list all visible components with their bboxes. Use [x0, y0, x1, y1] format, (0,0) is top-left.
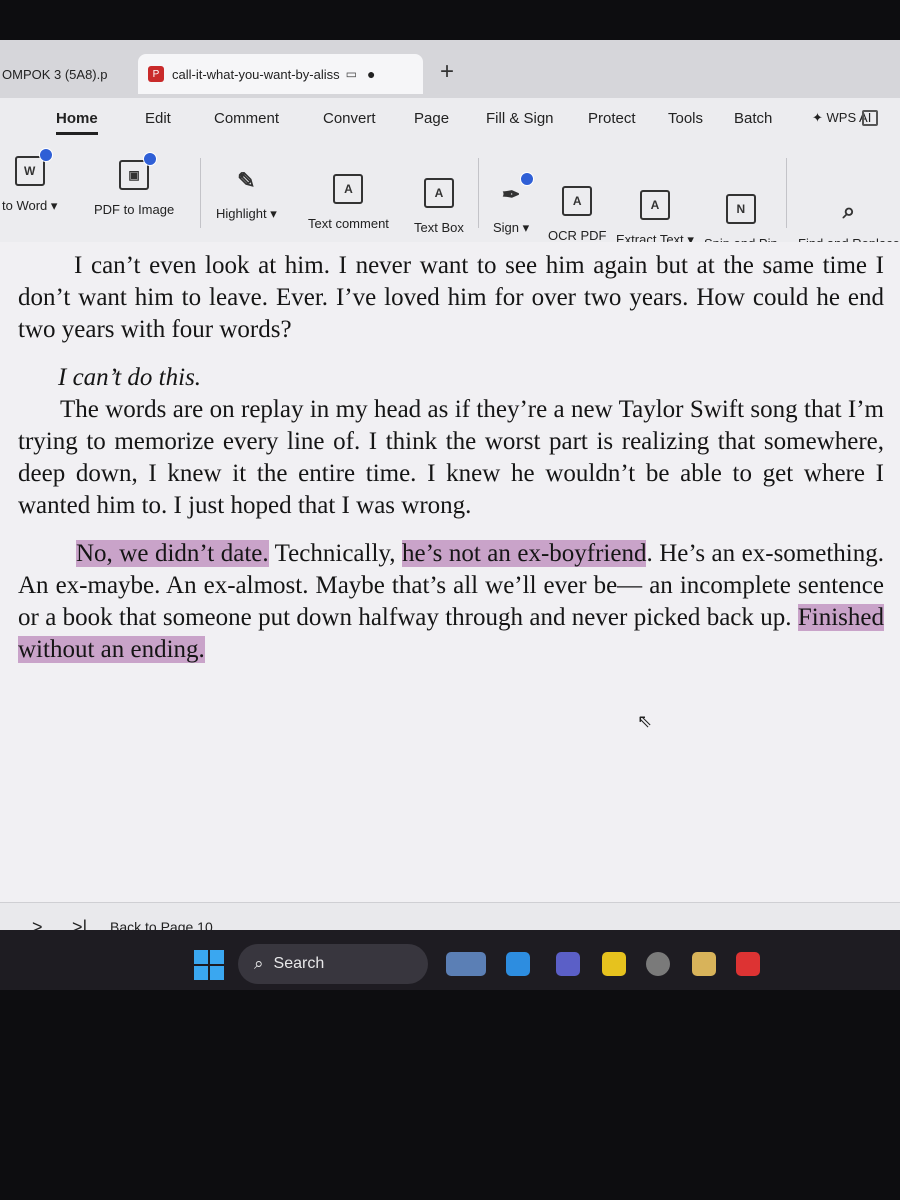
document-page: I can’t even look at him. I never want t… — [0, 242, 900, 902]
paragraph-3: The words are on replay in my head as if… — [18, 396, 884, 519]
premium-badge-icon — [520, 172, 535, 186]
tab-page[interactable]: Page — [414, 110, 449, 127]
ocr-pdf-button[interactable]: A OCR PDF — [548, 186, 607, 243]
toolbar-divider — [200, 158, 201, 228]
teams-icon[interactable] — [556, 952, 580, 976]
tab-convert[interactable]: Convert — [323, 110, 376, 127]
text-comment-label: Text comment — [308, 216, 389, 231]
to-word-dropdown-caret: ▾ — [50, 198, 58, 213]
plain-text: Technically, — [268, 540, 403, 567]
search-icon: ⌕ — [254, 954, 264, 974]
weather-widget-icon[interactable] — [446, 952, 486, 976]
ocr-pdf-label: OCR PDF — [548, 228, 607, 243]
highlight-dropdown-caret: ▾ — [270, 206, 277, 221]
monitor-icon: ▭ — [345, 67, 357, 81]
extract-text-button[interactable]: A Extract Text ▾ — [616, 190, 694, 248]
to-word-label: to Word — [2, 198, 48, 213]
window-restore-icon[interactable] — [862, 110, 878, 126]
text-comment-button[interactable]: A Text comment — [308, 174, 389, 231]
windows-taskbar: ⌕ Search — [0, 930, 900, 990]
chrome-icon[interactable] — [646, 952, 670, 976]
highlighted-text[interactable]: he’s not an ex-boyfriend — [402, 540, 647, 567]
tab-edit[interactable]: Edit — [145, 110, 171, 127]
sign-label: Sign — [493, 220, 520, 235]
search-icon: ⌕ — [842, 198, 856, 223]
pen-nib-icon: ✒ — [498, 172, 535, 208]
tab-home[interactable]: Home — [56, 110, 98, 135]
text-comment-icon: A — [333, 174, 364, 204]
wps-office-icon[interactable] — [736, 952, 760, 976]
windows-start-icon[interactable] — [194, 950, 224, 980]
to-word-button[interactable]: W to Word ▾ — [2, 148, 58, 214]
tab-active-document[interactable]: P call-it-what-you-want-by-aliss ▭ ● — [138, 54, 423, 94]
app-window: OMPOK 3 (5A8).p P call-it-what-you-want-… — [0, 40, 900, 950]
tab-bar: OMPOK 3 (5A8).p P call-it-what-you-want-… — [0, 40, 900, 98]
paragraph-2: I can’t do this. — [58, 364, 202, 391]
paragraph-4: No, we didn’t date. Technically, he’s no… — [18, 538, 884, 666]
ribbon-menu: Home Edit Comment Convert Page Fill & Si… — [0, 98, 900, 138]
toolbar: W to Word ▾ ▣ PDF to Image ✎ Highlight ▾… — [0, 138, 900, 251]
tab-inactive-document[interactable]: OMPOK 3 (5A8).p — [0, 54, 134, 94]
pdf-to-image-label: PDF to Image — [94, 202, 175, 217]
unsaved-dot-icon[interactable]: ● — [367, 66, 375, 82]
tab-inactive-label: OMPOK 3 (5A8).p — [2, 66, 108, 82]
taskbar-search[interactable]: ⌕ Search — [238, 944, 428, 984]
extract-text-icon: A — [639, 190, 670, 220]
highlight-label: Highlight — [216, 206, 267, 221]
text-box-label: Text Box — [414, 220, 464, 235]
premium-badge-icon — [143, 152, 158, 166]
text-box-button[interactable]: A Text Box — [414, 178, 464, 235]
tab-tools[interactable]: Tools — [668, 110, 703, 127]
pdf-to-image-button[interactable]: ▣ PDF to Image — [94, 152, 175, 217]
pdf-icon: P — [148, 66, 164, 82]
paragraph-1: I can’t even look at him. I never want t… — [18, 252, 884, 343]
snip-icon: N — [725, 194, 756, 224]
tab-protect[interactable]: Protect — [588, 110, 636, 127]
tab-comment[interactable]: Comment — [214, 110, 279, 127]
sign-button[interactable]: ✒ Sign ▾ — [493, 172, 535, 236]
highlighted-text[interactable]: No, we didn’t date. — [76, 540, 269, 567]
sign-dropdown-caret: ▾ — [522, 220, 530, 235]
premium-badge-icon — [38, 148, 53, 162]
file-explorer-icon[interactable] — [692, 952, 716, 976]
sticky-notes-icon[interactable] — [602, 952, 626, 976]
text-box-icon: A — [423, 178, 454, 208]
image-icon: ▣ — [119, 152, 158, 190]
highlight-button[interactable]: ✎ Highlight ▾ — [216, 168, 277, 222]
ocr-icon: A — [562, 186, 593, 216]
tab-fill-sign[interactable]: Fill & Sign — [486, 110, 554, 127]
word-icon: W — [14, 148, 53, 186]
taskbar-search-label: Search — [273, 955, 325, 972]
highlighter-icon: ✎ — [237, 168, 256, 193]
tab-active-label: call-it-what-you-want-by-aliss — [172, 66, 340, 82]
mouse-cursor-icon: ⇖ — [637, 711, 653, 732]
tab-batch[interactable]: Batch — [734, 110, 772, 127]
sparkle-icon: ✦ — [812, 110, 827, 125]
toolbar-divider — [478, 158, 479, 228]
toolbar-divider — [786, 158, 787, 228]
copilot-icon[interactable] — [506, 952, 530, 976]
new-tab-button[interactable]: + — [440, 58, 454, 86]
